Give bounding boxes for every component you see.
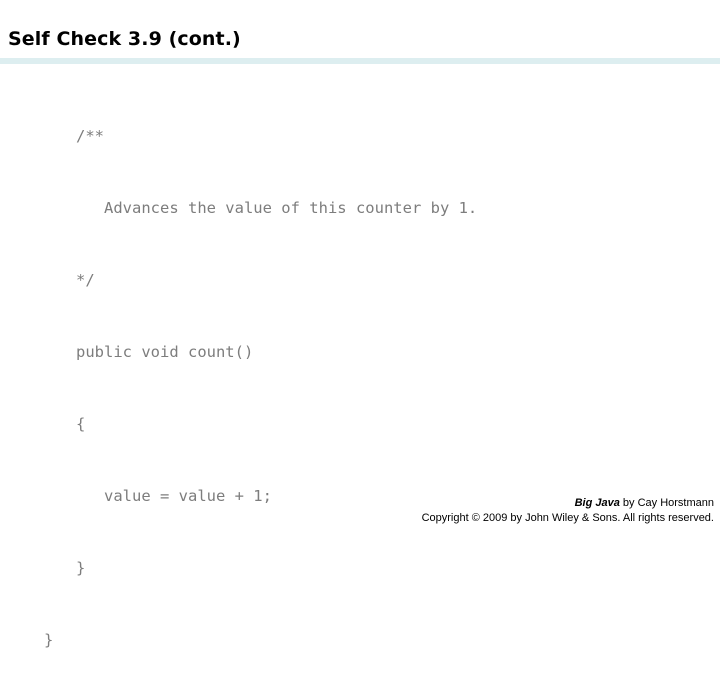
footer-copyright: Copyright © 2009 by John Wiley & Sons. A… xyxy=(421,512,714,524)
code-line: { xyxy=(76,415,86,433)
code-line: } xyxy=(76,559,86,577)
code-line: /** xyxy=(76,127,104,145)
code-line: } xyxy=(44,631,54,649)
footer-attribution: Big Java by Cay Horstmann xyxy=(0,496,720,511)
code-line: Advances the value of this counter by 1. xyxy=(76,199,478,217)
slide-footer: Big Java by Cay Horstmann Copyright © 20… xyxy=(0,496,720,526)
book-title: Big Java xyxy=(574,497,620,509)
header-divider xyxy=(0,58,720,64)
code-line: public void count() xyxy=(76,343,254,361)
book-byline: by Cay Horstmann xyxy=(619,497,714,509)
slide-header: Self Check 3.9 (cont.) xyxy=(0,0,720,64)
code-line: */ xyxy=(76,271,95,289)
code-block: /** Advances the value of this counter b… xyxy=(0,76,720,676)
page-title: Self Check 3.9 (cont.) xyxy=(8,28,241,50)
